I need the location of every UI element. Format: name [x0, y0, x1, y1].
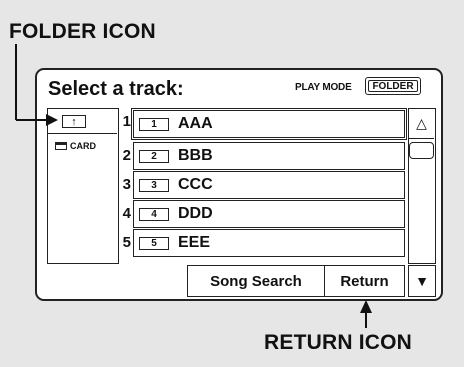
- track-number: 4: [122, 205, 131, 222]
- scroll-up-icon[interactable]: △: [409, 109, 434, 139]
- folder-icon-callout: FOLDER ICON: [9, 20, 156, 43]
- track-select-screen: Select a track: PLAY MODE FOLDER ↑ CARD …: [35, 68, 443, 301]
- track-row[interactable]: 5 EEE: [133, 229, 405, 257]
- track-label: DDD: [178, 205, 213, 222]
- track-label: EEE: [178, 234, 211, 251]
- track-label: AAA: [178, 115, 213, 132]
- track-folder-icon: 2: [139, 150, 169, 163]
- track-number: 1: [122, 113, 131, 130]
- card-label: CARD: [70, 141, 96, 151]
- track-number: 3: [122, 176, 131, 193]
- track-number: 2: [122, 147, 131, 164]
- track-folder-icon: 5: [139, 237, 169, 250]
- scroll-thumb[interactable]: [409, 142, 434, 159]
- track-row[interactable]: 4 DDD: [133, 200, 405, 228]
- up-folder-item[interactable]: ↑: [48, 109, 117, 134]
- track-folder-icon: 3: [139, 179, 169, 192]
- up-folder-icon[interactable]: ↑: [62, 115, 86, 128]
- return-callout-arrowhead: [360, 300, 372, 313]
- track-row[interactable]: 2 BBB: [133, 142, 405, 170]
- track-row[interactable]: 3 CCC: [133, 171, 405, 199]
- track-row[interactable]: 1 AAA: [131, 108, 407, 140]
- card-icon: [55, 142, 67, 150]
- return-button[interactable]: Return: [325, 265, 405, 297]
- play-mode-label: PLAY MODE: [295, 82, 352, 93]
- folder-sidebar: ↑ CARD: [47, 108, 119, 264]
- track-folder-icon: 1: [139, 118, 169, 131]
- song-search-button[interactable]: Song Search: [187, 265, 325, 297]
- return-icon-callout: RETURN ICON: [264, 331, 413, 354]
- track-number: 5: [122, 234, 131, 251]
- card-item[interactable]: CARD: [55, 141, 96, 151]
- track-folder-icon: 4: [139, 208, 169, 221]
- scrollbar[interactable]: △: [408, 108, 436, 264]
- track-label: CCC: [178, 176, 213, 193]
- folder-mode-button[interactable]: FOLDER: [365, 77, 421, 95]
- track-label: BBB: [178, 147, 213, 164]
- scroll-down-icon[interactable]: ▼: [408, 265, 436, 297]
- screen-title: Select a track:: [48, 78, 184, 100]
